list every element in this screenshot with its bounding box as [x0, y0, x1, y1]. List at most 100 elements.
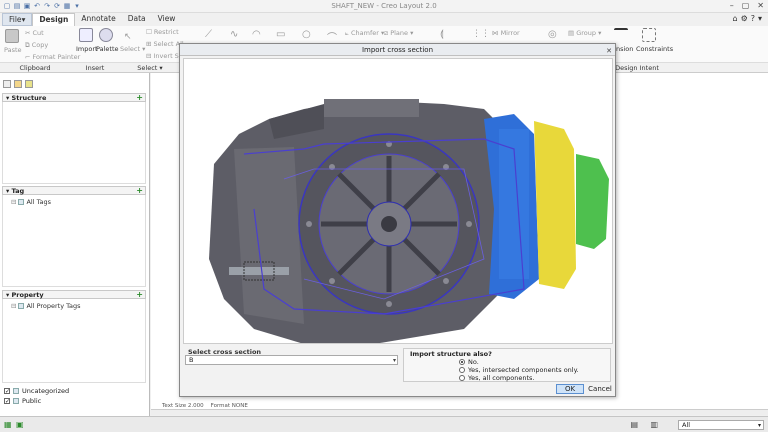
tag-add-icon[interactable]: +	[136, 187, 143, 195]
cross-section-select[interactable]: B ▾	[185, 355, 398, 365]
uncategorized-checkbox[interactable]: ✓	[4, 388, 10, 395]
close-icon[interactable]: ✕	[757, 1, 764, 10]
canvas-scrollbar[interactable]	[151, 409, 768, 415]
tree-tag-icon[interactable]	[25, 80, 33, 88]
palette-icon[interactable]	[99, 28, 113, 42]
group-icon: ▤	[568, 29, 577, 37]
tab-view[interactable]: View	[152, 13, 182, 26]
group-label-select-text: Select	[137, 64, 158, 72]
invert-icon: ⊟	[146, 52, 154, 60]
structure-section-header[interactable]: ▾ Structure +	[2, 93, 146, 102]
select-arrow-icon[interactable]: ↖	[124, 32, 132, 42]
group-label-clipboard: Clipboard	[19, 64, 51, 72]
option-no-radio[interactable]	[459, 359, 465, 365]
restrict-button[interactable]: ☐ Restrict	[146, 28, 179, 36]
tree-folder-icon[interactable]	[14, 80, 22, 88]
cross-section-preview[interactable]	[183, 58, 613, 344]
property-item-all-tags[interactable]: ⊟ All Property Tags	[11, 302, 81, 310]
maximize-icon[interactable]: ▢	[742, 1, 750, 10]
help-icon[interactable]: ?	[751, 14, 755, 23]
selection-filter-value: All	[682, 421, 691, 429]
dimension-icon	[614, 28, 628, 42]
tab-annotate[interactable]: Annotate	[75, 13, 121, 26]
property-section-header[interactable]: ▾ Property +	[2, 290, 146, 299]
tag-section-header[interactable]: ▾ Tag +	[2, 186, 146, 195]
format-painter-button[interactable]: ⌐ Format Painter	[25, 53, 80, 61]
group-label-design-intent: Design Intent	[615, 64, 659, 72]
chevron-down-icon: ▾	[392, 357, 396, 364]
public-checkbox[interactable]: ✓	[4, 398, 10, 405]
tag-title: Tag	[11, 187, 25, 195]
rectangle-tool-icon[interactable]: ▭	[276, 29, 285, 40]
paste-button[interactable]: Paste	[4, 46, 22, 54]
tab-data[interactable]: Data	[122, 13, 152, 26]
print-icon[interactable]: ▤	[630, 420, 638, 429]
selection-filter-select[interactable]: All ▾	[678, 420, 764, 430]
option-no[interactable]: No.	[459, 358, 479, 366]
pattern-tool-icon[interactable]: ⋮⋮	[472, 29, 490, 39]
uncategorized-label: Uncategorized	[22, 387, 70, 395]
mirror-button[interactable]: ⋈ Mirror	[492, 29, 520, 37]
import-icon[interactable]	[79, 28, 93, 42]
filter-icon[interactable]: ▥	[650, 420, 658, 429]
import-button[interactable]: Import	[76, 45, 98, 53]
option-all[interactable]: Yes, all components.	[459, 374, 535, 382]
tab-file[interactable]: File▾	[2, 13, 33, 26]
option-intersected[interactable]: Yes, intersected components only.	[459, 366, 579, 374]
cancel-button[interactable]: Cancel	[586, 384, 614, 394]
palette-button[interactable]: Palette	[96, 45, 119, 53]
filter-public[interactable]: ✓ Public	[4, 397, 41, 405]
cut-button[interactable]: ✂ Cut	[25, 29, 44, 37]
select-all-icon: ⊞	[146, 40, 154, 48]
tag-item-label: All Tags	[26, 198, 51, 206]
settings-icon[interactable]: ⚙	[741, 14, 748, 23]
restrict-icon: ☐	[146, 28, 154, 36]
cut-icon: ✂	[25, 29, 33, 37]
expand-icon[interactable]: ▾	[758, 14, 762, 23]
browser-icon[interactable]: ▣	[16, 420, 24, 429]
circle-tool-icon[interactable]: ○	[302, 29, 311, 40]
measure-tool-icon[interactable]: ◎	[548, 29, 557, 40]
offset-tool-icon[interactable]: ⟬	[440, 29, 444, 40]
filter-uncategorized[interactable]: ✓ Uncategorized	[4, 387, 69, 395]
arc-tool-icon[interactable]: ◠	[252, 29, 261, 40]
title-bar: ▢ ▤ ▣ ↶ ↷ ⟳ ▦ ▾ SHAFT_NEW - Creo Layout …	[0, 0, 768, 13]
constraints-icon	[642, 28, 656, 42]
tag-item-all-tags[interactable]: ⊟ All Tags	[11, 198, 51, 206]
dialog-title-bar[interactable]: Import cross section ✕	[180, 44, 615, 56]
minimize-icon[interactable]: –	[730, 1, 734, 10]
top-boss	[324, 99, 419, 117]
chamfer-button[interactable]: ⟀ Chamfer ▾	[345, 29, 384, 38]
restrict-label: Restrict	[153, 28, 179, 36]
uncategorized-icon	[13, 388, 19, 394]
home-icon[interactable]: ⌂	[732, 14, 737, 23]
yellow-housing	[534, 121, 576, 289]
tree-filter-icon[interactable]	[3, 80, 11, 88]
copy-label: Copy	[31, 41, 49, 49]
fillet-tool-icon[interactable]: ⌒	[327, 29, 337, 44]
paste-icon[interactable]	[5, 29, 19, 43]
format-painter-icon: ⌐	[25, 53, 33, 61]
public-label: Public	[22, 397, 42, 405]
public-icon	[13, 398, 19, 404]
left-panel-tools	[3, 80, 33, 88]
constraints-button[interactable]: Constraints	[636, 45, 673, 53]
group-button[interactable]: ▤ Group ▾	[568, 29, 601, 37]
structure-add-icon[interactable]: +	[136, 94, 143, 102]
plane-button[interactable]: ⧄ Plane ▾	[384, 29, 413, 38]
option-all-radio[interactable]	[459, 375, 465, 381]
green-end	[576, 154, 609, 249]
option-intersected-radio[interactable]	[459, 367, 465, 373]
select-button[interactable]: Select ▾	[120, 45, 145, 53]
line-tool-icon[interactable]: ⟋	[205, 29, 212, 40]
property-list: ⊟ All Property Tags	[2, 299, 146, 383]
polyline-tool-icon[interactable]: ∿	[230, 29, 238, 40]
ok-button[interactable]: OK	[556, 384, 584, 394]
tab-design[interactable]: Design	[32, 13, 76, 26]
copy-button[interactable]: ⧉ Copy	[25, 41, 48, 50]
dialog-close-icon[interactable]: ✕	[606, 45, 612, 57]
group-label: Group	[576, 29, 597, 37]
group-label-select[interactable]: Select ▾	[120, 63, 180, 73]
property-add-icon[interactable]: +	[136, 291, 143, 299]
message-log-icon[interactable]: ▦	[4, 420, 12, 429]
